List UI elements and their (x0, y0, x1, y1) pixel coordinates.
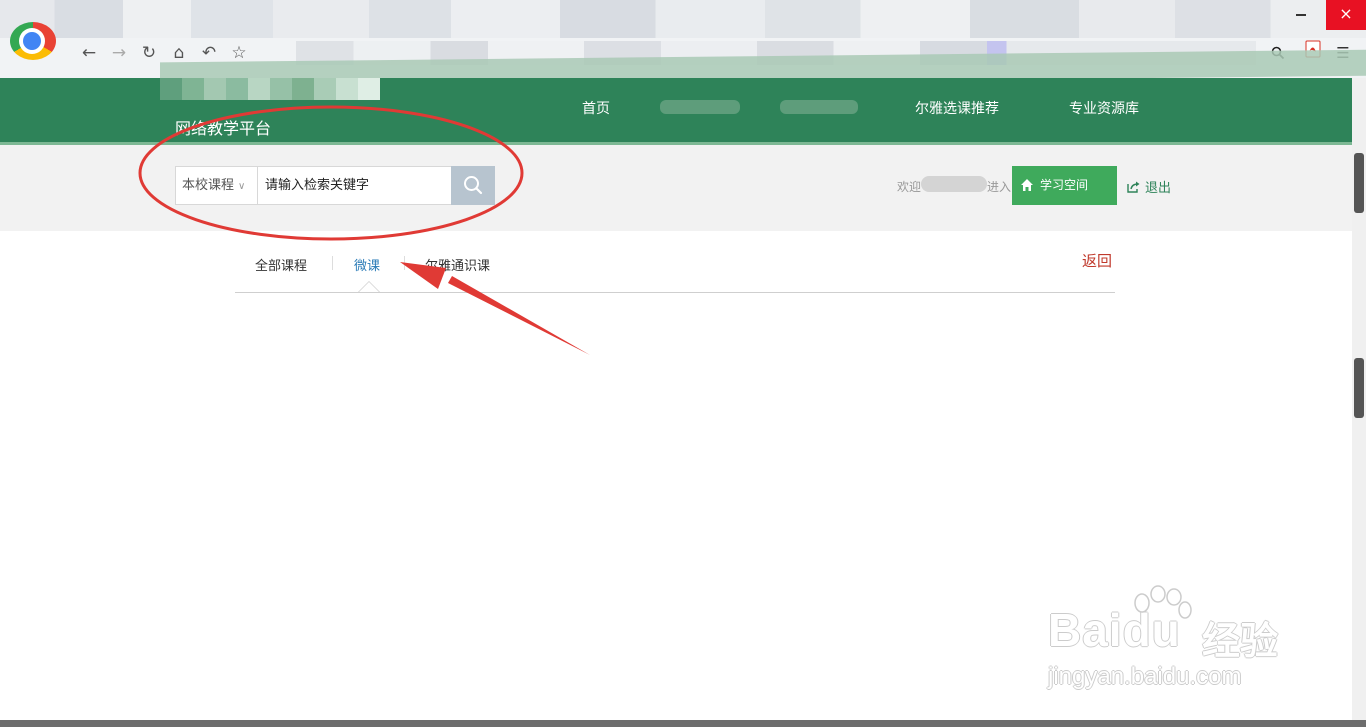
paw-icon (1134, 585, 1192, 619)
username-blurred (921, 176, 987, 192)
taskbar-edge (0, 720, 1366, 727)
site-header: 网络教学平台 首页 尔雅选课推荐 专业资源库 (0, 78, 1352, 142)
tabs-underline (235, 292, 1115, 293)
search-box: 本校课程 ∨ (175, 166, 495, 205)
magnifier-icon (464, 176, 483, 195)
chevron-down-icon: ∨ (238, 181, 246, 192)
scrollbar-thumb[interactable] (1354, 358, 1364, 418)
tab-separator (404, 256, 405, 270)
nav-elite-recommend[interactable]: 尔雅选课推荐 (915, 98, 999, 118)
search-input[interactable] (259, 167, 452, 204)
page-scrollbar[interactable] (1352, 78, 1366, 727)
browser-chrome: ← → ↻ ⌂ ↶ ☆ ☰ (0, 0, 1366, 78)
tab-erya-courses[interactable]: 尔雅通识课 (425, 255, 490, 274)
nav-resource-library[interactable]: 专业资源库 (1069, 98, 1139, 118)
logout-icon (1127, 181, 1140, 193)
active-tab-indicator (358, 281, 380, 292)
tab-separator (332, 256, 333, 270)
study-space-label: 学习空间 (1040, 178, 1089, 192)
nav-item-blurred[interactable] (660, 100, 740, 114)
tab-all-courses[interactable]: 全部课程 (255, 255, 307, 274)
tab-micro-courses[interactable]: 微课 (354, 255, 380, 274)
logout-label: 退出 (1145, 181, 1172, 196)
nav-home[interactable]: 首页 (582, 98, 610, 118)
search-band: 本校课程∨ 欢迎 进入 学习空间 退出 (0, 145, 1352, 231)
logout-link[interactable]: 退出 (1127, 177, 1171, 196)
platform-name: 网络教学平台 (175, 119, 272, 138)
reload-icon[interactable]: ↻ (136, 40, 162, 66)
study-space-button[interactable]: 学习空间 (1012, 166, 1117, 205)
minimize-icon[interactable] (1282, 4, 1320, 26)
nav-item-blurred[interactable] (780, 100, 858, 114)
scrollbar-thumb[interactable] (1354, 153, 1364, 213)
browser-tabstrip[interactable] (0, 0, 1366, 38)
welcome-suffix: 进入 (987, 180, 1012, 194)
home-icon (1021, 179, 1033, 191)
forward-icon[interactable]: → (106, 40, 132, 66)
search-scope-select[interactable]: 本校课程 ∨ (176, 167, 258, 204)
search-scope-label: 本校课程 (182, 178, 235, 193)
back-icon[interactable]: ← (76, 40, 102, 66)
watermark-url: jingyan.baidu.com (1048, 663, 1242, 690)
site-logo-blurred (160, 78, 380, 100)
close-window-button[interactable] (1326, 0, 1366, 30)
search-button[interactable] (451, 166, 495, 205)
watermark-chinese: 经验 (1202, 621, 1279, 663)
welcome-prefix: 欢迎 (897, 180, 922, 194)
back-link[interactable]: 返回 (1082, 250, 1112, 271)
baidu-jingyan-watermark: Baidu 经验 jingyan.baidu.com (1040, 585, 1310, 700)
annotation-arrow (400, 262, 590, 355)
